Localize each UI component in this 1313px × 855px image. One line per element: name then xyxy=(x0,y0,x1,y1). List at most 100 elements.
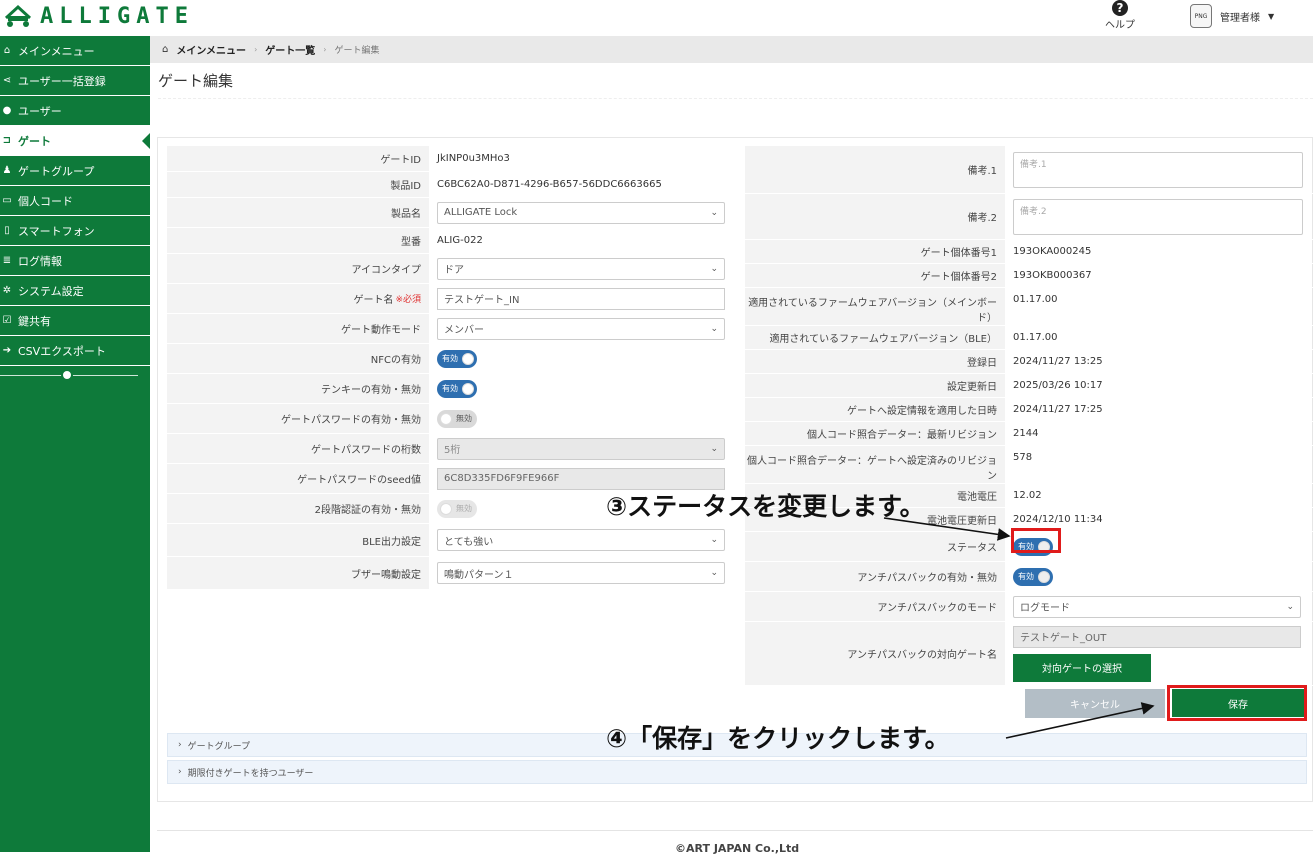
home-icon: ⌂ xyxy=(3,45,11,56)
home-icon: ⌂ xyxy=(162,44,169,55)
row-note1: 備考.1 備考.1 xyxy=(745,146,1313,194)
row-product-id: 製品ID C6BC62A0-D871-4296-B657-56DDC666366… xyxy=(167,172,730,198)
sidebar-item-gate-group[interactable]: ♟ ゲートグループ xyxy=(0,156,150,186)
buzzer-select[interactable]: 鳴動パターン１ ⌄ xyxy=(437,562,725,584)
sidebar-item-system-settings[interactable]: ✲ システム設定 xyxy=(0,276,150,306)
breadcrumb-main-menu[interactable]: メインメニュー xyxy=(176,42,246,57)
gate-password-toggle[interactable]: 無効 xyxy=(437,409,477,428)
ble-select[interactable]: とても強い ⌄ xyxy=(437,529,725,551)
fw-main-label: 適用されているファームウェアバージョン（メインボード） xyxy=(745,288,1005,325)
product-id-value: C6BC62A0-D871-4296-B657-56DDC6663665 xyxy=(437,179,662,190)
row-rev-latest: 個人コード照合データー：最新リビジョン 2144 xyxy=(745,422,1313,446)
avatar: PNG xyxy=(1190,4,1212,28)
sidebar-item-smartphone[interactable]: ▯ スマートフォン xyxy=(0,216,150,246)
help-button[interactable]: ? ヘルプ xyxy=(1100,0,1140,31)
gate-password-seed-label: ゲートパスワードのseed値 xyxy=(167,464,429,493)
sidebar-item-label: メインメニュー xyxy=(18,44,95,58)
row-applied: ゲートへ設定情報を適用した日時 2024/11/27 17:25 xyxy=(745,398,1313,422)
breadcrumb-separator-icon: › xyxy=(254,45,258,54)
sidebar-item-label: システム設定 xyxy=(18,284,84,298)
top-bar: ALLIGATE ? ヘルプ PNG 管理者様 ▼ xyxy=(0,0,1313,36)
accordion-limited-users[interactable]: › 期限付きゲートを持つユーザー xyxy=(167,760,1307,784)
user-menu[interactable]: PNG 管理者様 ▼ xyxy=(1190,4,1274,28)
row-model: 型番 ALIG-022 xyxy=(167,228,730,254)
status-highlight-box xyxy=(1011,528,1061,553)
serial2-label: ゲート個体番号2 xyxy=(745,264,1005,287)
gate-name-input[interactable]: テストゲート_IN xyxy=(437,287,725,310)
serial1-label: ゲート個体番号1 xyxy=(745,240,1005,263)
gate-icon: ⊐ xyxy=(2,135,12,146)
fw-ble-label: 適用されているファームウェアバージョン（BLE） xyxy=(745,326,1005,349)
sidebar-item-label: ゲート xyxy=(18,134,51,148)
sidebar-item-gate[interactable]: ⊐ ゲート xyxy=(0,126,150,156)
rev-applied-value: 578 xyxy=(1013,452,1033,463)
row-antipass-gate: アンチパスバックの対向ゲート名 テストゲート_OUT 対向ゲートの選択 xyxy=(745,622,1313,686)
users-icon: ♟ xyxy=(2,165,12,176)
sidebar-item-users[interactable]: ● ユーザー xyxy=(0,96,150,126)
question-icon: ? xyxy=(1112,0,1128,16)
serial1-value: 193OKA000245 xyxy=(1013,246,1092,257)
gear-icon: ✲ xyxy=(2,285,12,296)
antipass-toggle[interactable]: 有効 xyxy=(1013,567,1053,586)
row-fw-ble: 適用されているファームウェアバージョン（BLE） 01.17.00 xyxy=(745,326,1313,350)
rev-applied-label: 個人コード照合データー：ゲートへ設定済みのリビジョン xyxy=(745,446,1005,483)
icon-type-select[interactable]: ドア ⌄ xyxy=(437,257,725,280)
alligate-logo[interactable]: ALLIGATE xyxy=(2,2,194,30)
card-icon: ▭ xyxy=(2,195,12,206)
help-label: ヘルプ xyxy=(1105,20,1135,31)
note1-label: 備考.1 xyxy=(745,146,1005,193)
note1-textarea[interactable]: 備考.1 xyxy=(1013,151,1303,188)
gate-name-label: ゲート名 xyxy=(353,295,394,306)
model-label: 型番 xyxy=(167,228,429,253)
chevron-right-icon: › xyxy=(178,767,182,777)
nfc-toggle[interactable]: 有効 xyxy=(437,349,477,368)
sidebar-item-log[interactable]: ≣ ログ情報 xyxy=(0,246,150,276)
row-upd-date: 設定更新日 2025/03/26 10:17 xyxy=(745,374,1313,398)
antipass-gate-input: テストゲート_OUT xyxy=(1013,625,1301,648)
chevron-down-icon: ⌄ xyxy=(710,263,718,274)
cancel-button[interactable]: キャンセル xyxy=(1025,689,1165,718)
sidebar-item-main-menu[interactable]: ⌂ メインメニュー xyxy=(0,36,150,66)
row-nfc: NFCの有効 有効 xyxy=(167,344,730,374)
sidebar-item-label: ログ情報 xyxy=(18,254,62,268)
ble-label: BLE出力設定 xyxy=(167,524,429,556)
gate-form-right: 備考.1 備考.1 備考.2 備考.2 ゲート個体番号1 193OKA00024… xyxy=(745,146,1313,686)
title-divider xyxy=(158,98,1313,99)
select-opposite-gate-button[interactable]: 対向ゲートの選択 xyxy=(1013,653,1151,682)
gate-mode-label: ゲート動作モード xyxy=(167,314,429,343)
buzzer-label: ブザー鳴動設定 xyxy=(167,557,429,589)
logo-text: ALLIGATE xyxy=(40,3,194,29)
gate-mode-select[interactable]: メンバー ⌄ xyxy=(437,317,725,340)
footer-copyright: ©ART JAPAN Co.,Ltd xyxy=(675,842,800,855)
breadcrumb-gate-list[interactable]: ゲート一覧 xyxy=(265,42,315,57)
model-value: ALIG-022 xyxy=(437,235,483,246)
product-name-select[interactable]: ALLIGATE Lock ⌄ xyxy=(437,201,725,224)
antipass-label: アンチパスバックの有効・無効 xyxy=(745,562,1005,591)
chevron-right-icon: › xyxy=(178,740,182,750)
row-tenkey: テンキーの有効・無効 有効 xyxy=(167,374,730,404)
sidebar-item-personal-code[interactable]: ▭ 個人コード xyxy=(0,186,150,216)
icon-type-label: アイコンタイプ xyxy=(167,254,429,283)
sidebar-item-key-share[interactable]: ☑ 鍵共有 xyxy=(0,306,150,336)
row-gate-password-digits: ゲートパスワードの桁数 5桁 ⌄ xyxy=(167,434,730,464)
row-note2: 備考.2 備考.2 xyxy=(745,194,1313,240)
user-icon: ● xyxy=(2,105,12,116)
reg-date-value: 2024/11/27 13:25 xyxy=(1013,356,1103,367)
chevron-down-icon: ⌄ xyxy=(710,443,718,454)
status-label: ステータス xyxy=(745,532,1005,561)
sidebar-collapse-toggle[interactable] xyxy=(0,366,150,384)
sidebar-item-bulk-register[interactable]: ⋖ ユーザー一括登録 xyxy=(0,66,150,96)
rev-latest-label: 個人コード照合データー：最新リビジョン xyxy=(745,422,1005,445)
two-step-toggle[interactable]: 無効 xyxy=(437,499,477,518)
tenkey-toggle[interactable]: 有効 xyxy=(437,379,477,398)
upd-date-label: 設定更新日 xyxy=(745,374,1005,397)
row-buzzer: ブザー鳴動設定 鳴動パターン１ ⌄ xyxy=(167,557,730,590)
row-ble: BLE出力設定 とても強い ⌄ xyxy=(167,524,730,557)
note2-textarea[interactable]: 備考.2 xyxy=(1013,198,1303,235)
footer-divider xyxy=(157,830,1313,831)
sidebar-item-csv-export[interactable]: ➔ CSVエクスポート xyxy=(0,336,150,366)
breadcrumb-current: ゲート編集 xyxy=(334,46,380,56)
gate-password-digits-select[interactable]: 5桁 ⌄ xyxy=(437,437,725,460)
user-name: 管理者様 xyxy=(1220,12,1260,24)
antipass-mode-select[interactable]: ログモード ⌄ xyxy=(1013,595,1301,618)
